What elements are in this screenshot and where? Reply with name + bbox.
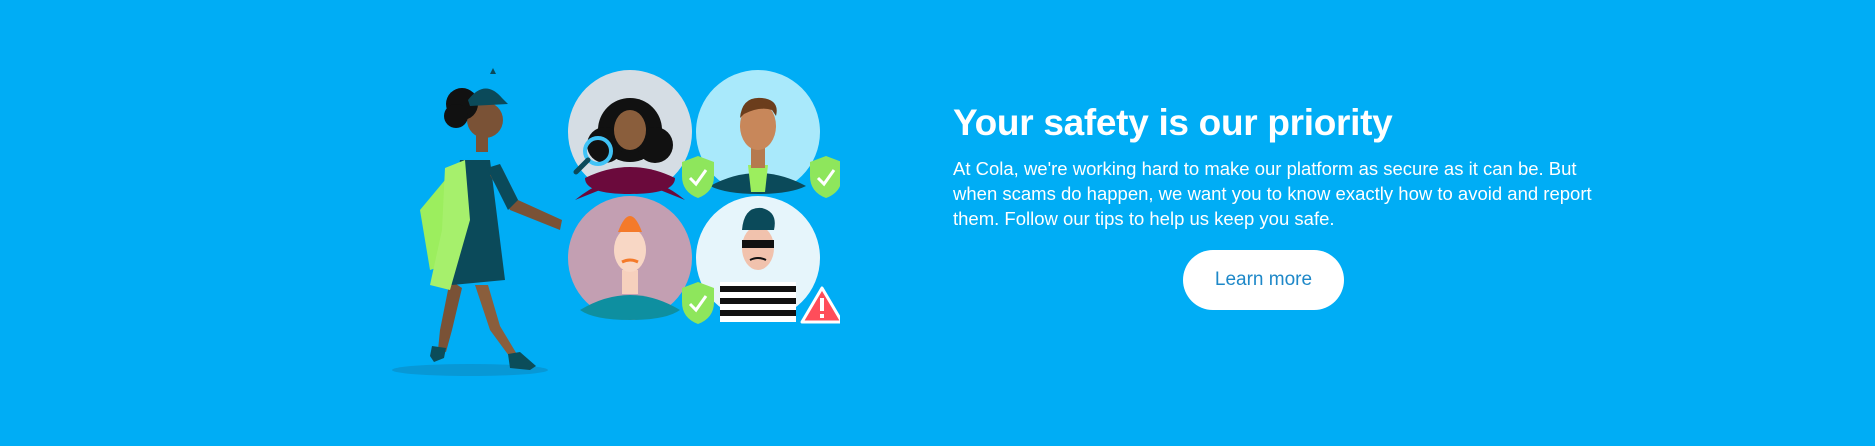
profile-avatar-2 (696, 70, 820, 194)
verified-shield-icon (682, 156, 714, 198)
learn-more-button[interactable]: Learn more (1183, 250, 1344, 310)
banner-title: Your safety is our priority (953, 102, 1393, 143)
safety-banner: Your safety is our priority At Cola, we'… (0, 0, 1875, 446)
verified-shield-icon (810, 156, 840, 198)
safety-content: Your safety is our priority At Cola, we'… (953, 100, 1593, 231)
scammer-icon (696, 196, 820, 322)
safety-illustration (392, 68, 840, 376)
banner-description: At Cola, we're working hard to make our … (953, 158, 1592, 229)
profile-avatar-1 (568, 70, 692, 200)
verified-shield-icon (682, 282, 714, 324)
profile-avatar-3 (568, 196, 692, 320)
detective-woman-icon (420, 68, 562, 370)
